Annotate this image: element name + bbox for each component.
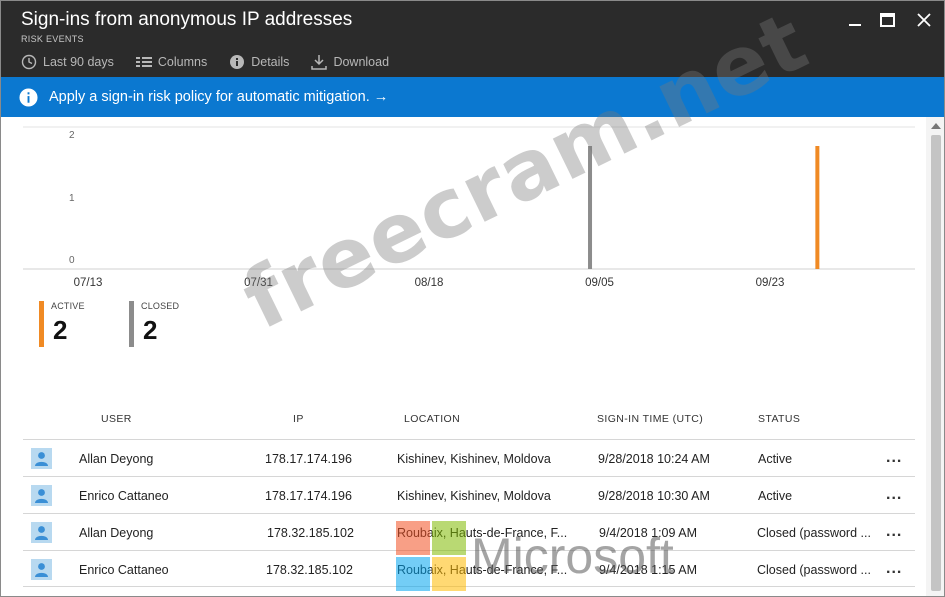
column-header-ip[interactable]: IP [293, 413, 304, 425]
cell-signin-time: 9/4/2018 1:15 AM [599, 563, 697, 577]
column-header-signin-time[interactable]: SIGN-IN TIME (UTC) [597, 413, 703, 425]
cell-signin-time: 9/28/2018 10:24 AM [598, 452, 710, 466]
column-header-user[interactable]: USER [101, 413, 132, 425]
cell-status: Active [758, 452, 793, 466]
row-more-menu-button[interactable]: ... [886, 449, 902, 467]
cell-location: Roubaix, Hauts-de-France, F... [397, 563, 568, 577]
column-header-location[interactable]: LOCATION [404, 413, 460, 425]
cell-status: Closed (password ... [757, 563, 871, 577]
clock-icon [21, 54, 37, 70]
info-circle-icon [19, 87, 38, 107]
cell-status: Active [758, 489, 793, 503]
cell-user: Allan Deyong [79, 452, 154, 466]
closed-count-label: CLOSED [141, 301, 180, 311]
row-more-menu-button[interactable]: ... [886, 486, 902, 504]
time-range-button[interactable]: Last 90 days [21, 54, 114, 70]
minimize-icon [849, 24, 861, 26]
download-label: Download [333, 55, 390, 69]
y-tick-label: 2 [69, 130, 75, 141]
cell-ip: 178.32.185.102 [266, 563, 353, 577]
x-tick-label: 07/13 [74, 277, 103, 289]
maximize-button[interactable] [876, 9, 898, 31]
vertical-scrollbar[interactable] [926, 117, 944, 596]
cell-user: Enrico Cattaneo [79, 489, 169, 503]
cell-ip: 178.17.174.196 [265, 489, 352, 503]
blade-title: Sign-ins from anonymous IP addresses [21, 9, 353, 30]
user-avatar-icon [31, 522, 52, 543]
download-icon [311, 55, 328, 70]
bar-active[interactable] [815, 146, 820, 269]
blade-header: Sign-ins from anonymous IP addresses RIS… [1, 1, 944, 77]
scroll-up-arrow-icon[interactable] [931, 123, 941, 129]
x-tick-label: 07/31 [244, 277, 273, 289]
closed-count-value: 2 [143, 315, 158, 345]
closed-count-tile[interactable]: CLOSED 2 [129, 299, 199, 347]
cell-user: Allan Deyong [79, 526, 154, 540]
active-count-value: 2 [53, 315, 68, 345]
user-avatar-icon [31, 559, 52, 580]
cell-user: Enrico Cattaneo [79, 563, 169, 577]
columns-icon [135, 57, 152, 67]
row-more-menu-button[interactable]: ... [886, 560, 902, 578]
minimize-button[interactable] [844, 9, 866, 31]
maximize-icon [879, 13, 895, 27]
table-row[interactable]: Enrico Cattaneo 178.17.174.196 Kishinev,… [23, 476, 915, 513]
active-count-label: ACTIVE [51, 301, 85, 311]
columns-button[interactable]: Columns [135, 55, 208, 69]
cell-status: Closed (password ... [757, 526, 871, 540]
column-header-status[interactable]: STATUS [758, 413, 800, 425]
command-bar: Last 90 days Columns Details Download [21, 52, 411, 72]
table-row[interactable]: Enrico Cattaneo 178.32.185.102 Roubaix, … [23, 550, 915, 587]
bar-closed[interactable] [588, 146, 593, 269]
details-button[interactable]: Details [229, 54, 289, 70]
risk-policy-banner[interactable]: Apply a sign-in risk policy for automati… [1, 77, 944, 117]
cell-ip: 178.32.185.102 [267, 526, 354, 540]
close-button[interactable] [913, 9, 935, 31]
row-more-menu-button[interactable]: ... [886, 523, 902, 541]
cell-ip: 178.17.174.196 [265, 452, 352, 466]
x-tick-label: 09/05 [585, 277, 614, 289]
cell-signin-time: 9/4/2018 1:09 AM [599, 526, 697, 540]
close-icon [917, 13, 931, 27]
x-tick-label: 09/23 [756, 277, 785, 289]
active-color-bar [39, 301, 44, 347]
time-range-label: Last 90 days [43, 55, 114, 69]
banner-link-text: Apply a sign-in risk policy for automati… [49, 89, 389, 105]
table-bottom-border [23, 586, 915, 587]
scroll-thumb[interactable] [931, 135, 941, 591]
table-row[interactable]: Allan Deyong 178.32.185.102 Roubaix, Hau… [23, 513, 915, 550]
closed-color-bar [129, 301, 134, 347]
blade-subtitle: RISK EVENTS [21, 34, 84, 44]
table-row[interactable]: Allan Deyong 178.17.174.196 Kishinev, Ki… [23, 439, 915, 476]
y-tick-label: 0 [69, 255, 75, 266]
cell-location: Kishinev, Kishinev, Moldova [397, 452, 551, 466]
risk-events-chart: 2 1 0 07/13 07/31 08/18 09/05 09/23 [23, 126, 915, 289]
cell-location: Kishinev, Kishinev, Moldova [397, 489, 551, 503]
user-avatar-icon [31, 448, 52, 469]
info-icon [230, 55, 245, 69]
active-count-tile[interactable]: ACTIVE 2 [39, 299, 109, 347]
details-label: Details [251, 55, 290, 69]
cell-location: Roubaix, Hauts-de-France, F... [397, 526, 568, 540]
cell-signin-time: 9/28/2018 10:30 AM [598, 489, 710, 503]
risk-events-blade: Sign-ins from anonymous IP addresses RIS… [0, 0, 945, 597]
columns-label: Columns [157, 55, 208, 69]
x-tick-label: 08/18 [415, 277, 444, 289]
user-avatar-icon [31, 485, 52, 506]
y-tick-label: 1 [69, 193, 75, 204]
download-button[interactable]: Download [311, 54, 389, 70]
